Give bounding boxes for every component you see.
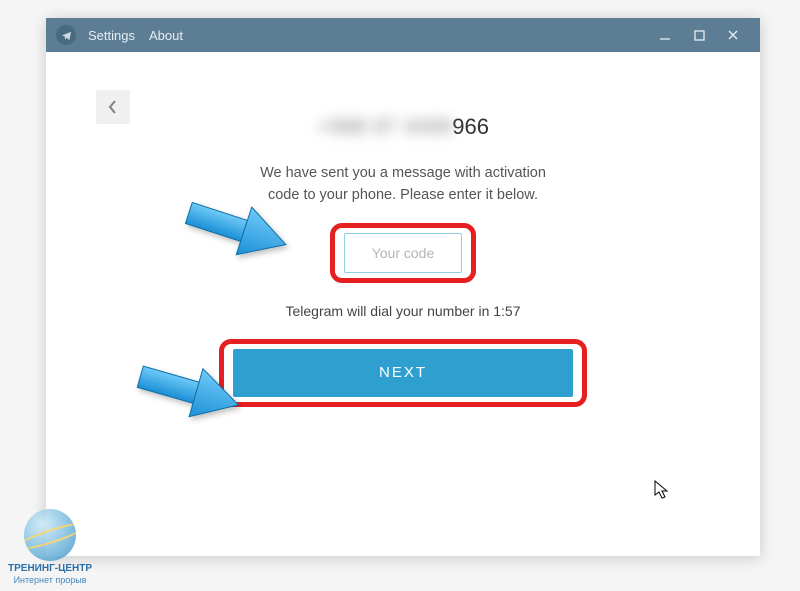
code-input[interactable] <box>344 233 462 273</box>
menu-settings[interactable]: Settings <box>88 28 135 43</box>
close-button[interactable] <box>716 18 750 52</box>
next-button[interactable]: NEXT <box>233 349 573 397</box>
menu-about[interactable]: About <box>149 28 183 43</box>
back-button[interactable] <box>96 90 130 124</box>
activation-message: We have sent you a message with activati… <box>213 162 593 207</box>
minimize-button[interactable] <box>648 18 682 52</box>
maximize-button[interactable] <box>682 18 716 52</box>
dial-countdown: Telegram will dial your number in 1:57 <box>213 303 593 319</box>
telegram-icon <box>56 25 76 45</box>
watermark-logo: ТРЕНИНГ-ЦЕНТР Интернет прорыв <box>8 509 92 585</box>
titlebar: Settings About <box>46 18 760 52</box>
content-area: +998 97 4499966 We have sent you a messa… <box>46 52 760 556</box>
app-window: Settings About +998 97 4499966 We have s… <box>46 18 760 556</box>
phone-number: +998 97 4499966 <box>213 114 593 140</box>
